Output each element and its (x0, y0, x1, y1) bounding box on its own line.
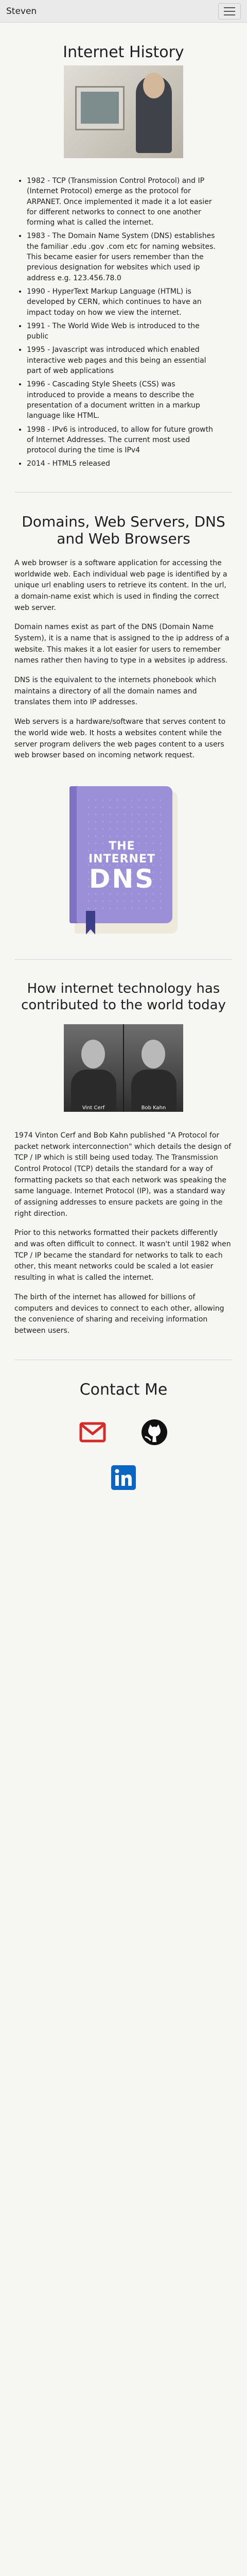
book-line1: THE INTERNET (88, 839, 156, 866)
navbar: Steven (0, 0, 247, 23)
world-paragraph: 1974 Vinton Cerf and Bob Kahn published … (14, 1131, 232, 1218)
cerf-kahn-photo: Vint Cerf Bob Kahn (64, 1024, 183, 1112)
world-section: How internet technology has contributed … (0, 980, 247, 1337)
timeline-item: 1982 - TCP (Transmission Control Protoco… (27, 176, 216, 228)
contact-section: Contact Me (0, 1381, 247, 1499)
book-line2: DNS (89, 863, 155, 894)
timeline-item: 1998 - IPv6 is introduced, to allow for … (27, 425, 216, 456)
domains-paragraph: DNS is the equivalent to the internets p… (14, 676, 217, 707)
timeline-item: 1983 - The Domain Name System (DNS) esta… (27, 231, 216, 283)
timeline-item: 1996 - Cascading Style Sheets (CSS) was … (27, 379, 216, 421)
linkedin-icon[interactable] (110, 1464, 137, 1492)
domains-paragraph: A web browser is a software application … (14, 558, 227, 612)
timeline-item: 1990 - HyperText Markup Language (HTML) … (27, 286, 216, 318)
domains-paragraph: Web servers is a hardware/software that … (14, 718, 226, 760)
domains-paragraph: Domain names exist as part of the DNS (D… (14, 623, 230, 665)
computer-photo (64, 65, 183, 158)
history-section: Internet History 1982 - TCP (Transmissio… (0, 43, 247, 469)
world-paragraph: Prior to this networks formatted their p… (14, 1229, 231, 1282)
dns-book-illustration: THE INTERNET DNS (65, 782, 182, 937)
timeline-item: 1991 - The World Wide Web is introduced … (27, 321, 216, 342)
menu-bar (224, 14, 235, 15)
timeline-item: 1995 - Javascript was introduced which e… (27, 345, 216, 376)
history-timeline: 1982 - TCP (Transmission Control Protoco… (0, 176, 247, 469)
photo-caption-left: Vint Cerf (82, 1105, 105, 1111)
section-divider (14, 959, 233, 960)
history-title: Internet History (63, 43, 184, 61)
envelope-icon[interactable] (79, 1418, 107, 1446)
domains-title: Domains, Web Servers, DNS and Web Browse… (22, 513, 225, 548)
brand-link[interactable]: Steven (6, 6, 37, 16)
hamburger-menu-icon[interactable] (218, 3, 241, 20)
contact-title: Contact Me (79, 1380, 168, 1399)
photo-caption-right: Bob Kahn (141, 1105, 166, 1111)
section-divider (14, 492, 233, 493)
domains-section: Domains, Web Servers, DNS and Web Browse… (0, 513, 247, 937)
world-title: How internet technology has contributed … (21, 980, 226, 1013)
world-paragraph: The birth of the internet has allowed fo… (14, 1293, 224, 1335)
menu-bar (224, 10, 235, 12)
github-icon[interactable] (140, 1418, 168, 1446)
timeline-item: 2014 - HTML5 released (27, 459, 216, 469)
menu-bar (224, 7, 235, 8)
